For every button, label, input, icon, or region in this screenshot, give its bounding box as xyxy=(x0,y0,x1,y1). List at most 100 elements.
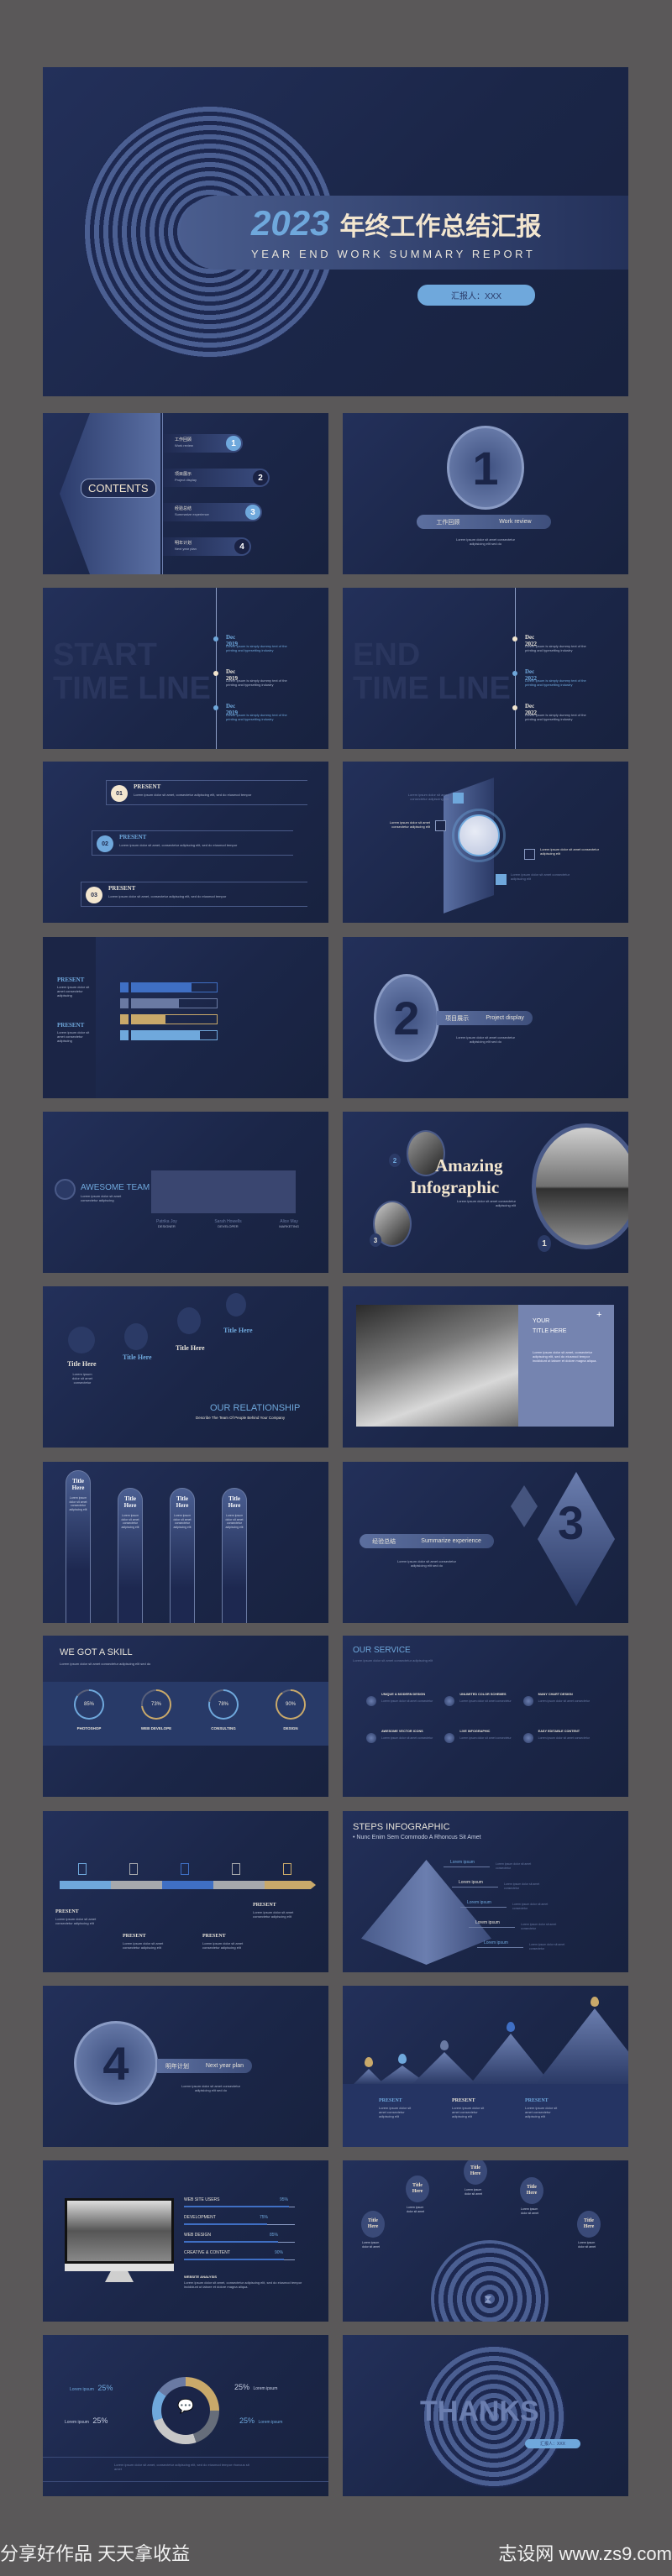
donut-slide[interactable]: 💬 Lorem ipsum 25% Lorem ipsum 25% 25% Lo… xyxy=(43,2335,328,2496)
progress-bars-slide[interactable]: PRESENT Lorem ipsum dolor sit amet conse… xyxy=(43,937,328,1098)
user-icon xyxy=(120,982,129,992)
cover-subtitle: YEAR END WORK SUMMARY REPORT xyxy=(251,248,536,260)
contents-item[interactable]: 工作回顾 Work review 1 xyxy=(163,434,243,453)
skill-ring: 85% xyxy=(74,1689,104,1720)
progress-bar xyxy=(120,1014,218,1024)
skill-label: CONSULTING xyxy=(211,1726,236,1730)
service-icon xyxy=(366,1696,376,1706)
monitor-stats-slide[interactable]: WEB SITE USERS 95% DEVELOPMENT 75% WEB DESIG… xyxy=(43,2160,328,2322)
skill-pct: 90% xyxy=(277,1691,304,1718)
relationship-slide[interactable]: Title Here Title Here Title Here Title H… xyxy=(43,1286,328,1448)
item-number: 1 xyxy=(226,436,241,451)
thanks-slide[interactable]: THANKS 汇报人：XXX xyxy=(343,2335,628,2496)
bar-chart-icon xyxy=(226,1293,246,1317)
section-1-slide[interactable]: 1 工作回顾 Work review Lorem ipsum dolor sit … xyxy=(343,413,628,574)
pillars-slide[interactable]: Title Here Lorem ipsum dolor sit amet con… xyxy=(43,1462,328,1623)
bar-list xyxy=(120,982,218,1046)
cover-slide[interactable]: 2023 年终工作总结汇报 YEAR END WORK SUMMARY REPO… xyxy=(43,67,628,396)
stat-pct: 75% xyxy=(260,2215,269,2220)
present-text: Lorem ipsum dolor sit amet consectetur a… xyxy=(379,2106,412,2118)
section-3-slide[interactable]: 3 经验总结 Summarize experience Lorem ipsum d… xyxy=(343,1462,628,1623)
card-body: Lorem ipsum dolor sit amet, consectetur … xyxy=(533,1350,597,1363)
present-list-slide[interactable]: 01 PRESENT Lorem ipsum dolor sit amet, con… xyxy=(43,762,328,923)
present-item[interactable]: 03 PRESENT Lorem ipsum dolor sit amet, con… xyxy=(81,882,307,907)
contents-item[interactable]: 明年计划 Next year plan 4 xyxy=(163,537,251,556)
step-line xyxy=(460,1907,507,1908)
present-item[interactable]: 02 PRESENT Lorem ipsum dolor sit amet, con… xyxy=(92,830,293,856)
contents-item[interactable]: 项目展示 Project display 2 xyxy=(163,469,270,487)
progress-bar xyxy=(120,998,218,1008)
item-en: Next year plan xyxy=(175,547,197,551)
present-text: Lorem ipsum dolor sit amet consectetur a… xyxy=(253,1910,294,1919)
stat-label: CREATIVE & CONTENT xyxy=(184,2250,230,2255)
present-text: Lorem ipsum dolor sit amet consectetur a… xyxy=(202,1941,244,1950)
service-icon xyxy=(366,1733,376,1743)
timeline-end-slide[interactable]: END TIME LINE Dec 2022 Lorem Ipsum is simp… xyxy=(343,588,628,749)
step-label: Lorem ipsum xyxy=(450,1860,475,1865)
pillar: Title Here Lorem ipsum dolor sit amet con… xyxy=(66,1470,91,1623)
timeline-line xyxy=(515,588,516,749)
step-item: Lorem ipsum Lorem ipsum dolor sit amet co… xyxy=(460,1900,620,1920)
section-4-slide[interactable]: 4 明年计划 Next year plan Lorem ipsum dolor s… xyxy=(43,1986,328,2147)
present-title: PRESENT xyxy=(452,2098,475,2103)
step-label: Lorem ipsum xyxy=(475,1920,500,1925)
pillar-title: Title Here xyxy=(123,1495,137,1509)
step-label: Lorem ipsum xyxy=(467,1900,491,1905)
mountain xyxy=(412,2052,476,2084)
donut-item: Lorem ipsum 25% xyxy=(65,2416,108,2425)
donut-item: 25% Lorem ipsum xyxy=(239,2416,283,2425)
title-infographic: Infographic xyxy=(410,1177,500,1197)
diamond-small xyxy=(511,1485,538,1527)
runner-icon xyxy=(496,874,507,885)
plus-icon[interactable]: + xyxy=(596,1310,601,1320)
title-amazing: Amazing xyxy=(435,1155,503,1175)
timeline-segment xyxy=(60,1881,111,1889)
photo-placeholder xyxy=(151,1170,296,1213)
item-text: Lorem ipsum dolor sit amet, consectetur … xyxy=(119,843,238,847)
globe-slide[interactable]: Lorem ipsum dolor sit amet consectetur a… xyxy=(343,762,628,923)
section-number: 1 xyxy=(447,426,524,510)
timeline-start-slide[interactable]: START TIME LINE Dec 2019 Lorem Ipsum is si… xyxy=(43,588,328,749)
timeline-bar-slide[interactable]: PRESENT Lorem ipsum dolor sit amet conse… xyxy=(43,1811,328,1972)
event-text: Lorem Ipsum is simply dummy text of the … xyxy=(226,713,287,721)
step-text: Lorem ipsum dolor sit amet consectetur xyxy=(504,1882,540,1890)
map-pin-icon xyxy=(591,1997,599,2007)
section-number: 3 xyxy=(558,1496,585,1549)
bubble-text: Lorem ipsum dolor sit amet xyxy=(407,2206,425,2213)
mountains-slide[interactable]: PRESENT Lorem ipsum dolor sit amet conse… xyxy=(343,1986,628,2147)
steps-infographic-slide[interactable]: STEPS INFOGRAPHIC • Nunc Enim Sem Commod… xyxy=(343,1811,628,1972)
service-icon xyxy=(522,1733,533,1743)
amazing-infographic-slide[interactable]: 1 2 3 Amazing Infographic Lorem ipsum do… xyxy=(343,1112,628,1273)
contents-item[interactable]: 经验总结 Summarize experience 3 xyxy=(163,503,262,521)
skills-slide[interactable]: WE GOT A SKILL Lorem ipsum dolor sit ame… xyxy=(43,1636,328,1797)
pillar-text: Lorem ipsum dolor sit amet consectetur a… xyxy=(121,1514,139,1529)
cover-year: 2023 xyxy=(251,203,330,243)
section-2-slide[interactable]: 2 项目展示 Project display Lorem ipsum dolor … xyxy=(343,937,628,1098)
hourglass-slide[interactable]: ⧗ Title Here Lorem ipsum dolor sit amet Ti… xyxy=(343,2160,628,2322)
side-panel xyxy=(43,937,96,1098)
present-item[interactable]: 01 PRESENT Lorem ipsum dolor sit amet, con… xyxy=(106,780,307,805)
contents-slide[interactable]: CONTENTS 工作回顾 Work review 1 项目展示 Project di… xyxy=(43,413,328,574)
pillar: Title Here Lorem ipsum dolor sit amet con… xyxy=(222,1488,247,1623)
item-title: PRESENT xyxy=(119,834,147,840)
present-title: PRESENT xyxy=(379,2098,402,2103)
photo-title-slide[interactable]: + YOUR TITLE HERE Lorem ipsum dolor sit a… xyxy=(343,1286,628,1448)
reporter-pill: 汇报人：XXX xyxy=(417,285,535,306)
skill-ring: 90% xyxy=(276,1689,306,1720)
section-cn: 经验总结 xyxy=(372,1538,396,1545)
footer-site[interactable]: 志设网 www.zs9.com xyxy=(498,2539,672,2566)
present-title: PRESENT xyxy=(57,1022,85,1029)
awesome-team-slide[interactable]: AWESOME TEAM Lorem ipsum dolor sit amet … xyxy=(43,1112,328,1273)
stat-fill xyxy=(184,2241,279,2243)
bar-fill xyxy=(132,1015,166,1024)
service-slide[interactable]: OUR SERVICE Lorem ipsum dolor sit amet c… xyxy=(343,1636,628,1797)
skill-pct: 78% xyxy=(210,1691,237,1718)
item-number: 03 xyxy=(86,887,102,903)
stat-track xyxy=(184,2223,295,2225)
title-bubble: Title Here xyxy=(406,2175,429,2202)
service-text: Lorem ipsum dolor sit amet consectetur xyxy=(459,1736,512,1740)
title-bubble: Title Here xyxy=(361,2211,385,2238)
cover-title: 年终工作总结汇报 xyxy=(339,213,542,241)
service-text: Lorem ipsum dolor sit amet consectetur xyxy=(459,1699,512,1703)
chat-icon xyxy=(435,820,446,831)
